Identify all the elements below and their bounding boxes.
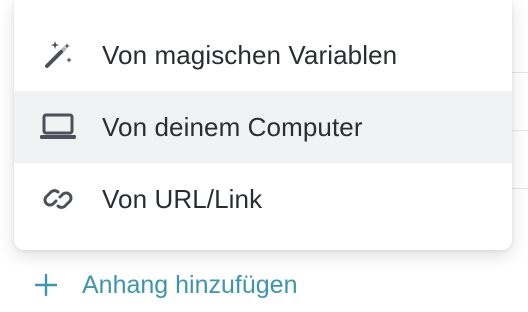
menu-item-label: Von deinem Computer xyxy=(102,111,363,142)
menu-item-url-link[interactable]: Von URL/Link xyxy=(14,163,512,235)
menu-item-label: Von URL/Link xyxy=(102,183,263,214)
plus-icon xyxy=(34,273,58,297)
menu-item-magic-variables[interactable]: Von magischen Variablen xyxy=(14,19,512,91)
menu-item-label: Von magischen Variablen xyxy=(102,39,398,70)
menu-item-computer[interactable]: Von deinem Computer xyxy=(14,91,512,163)
laptop-icon xyxy=(38,107,78,147)
magic-wand-icon xyxy=(38,35,78,75)
link-icon xyxy=(38,179,78,219)
add-attachment-label: Anhang hinzufügen xyxy=(82,270,298,299)
add-attachment-button[interactable]: Anhang hinzufügen xyxy=(34,266,297,304)
attachment-source-menu: Von magischen Variablen Von deinem Compu… xyxy=(14,0,512,250)
